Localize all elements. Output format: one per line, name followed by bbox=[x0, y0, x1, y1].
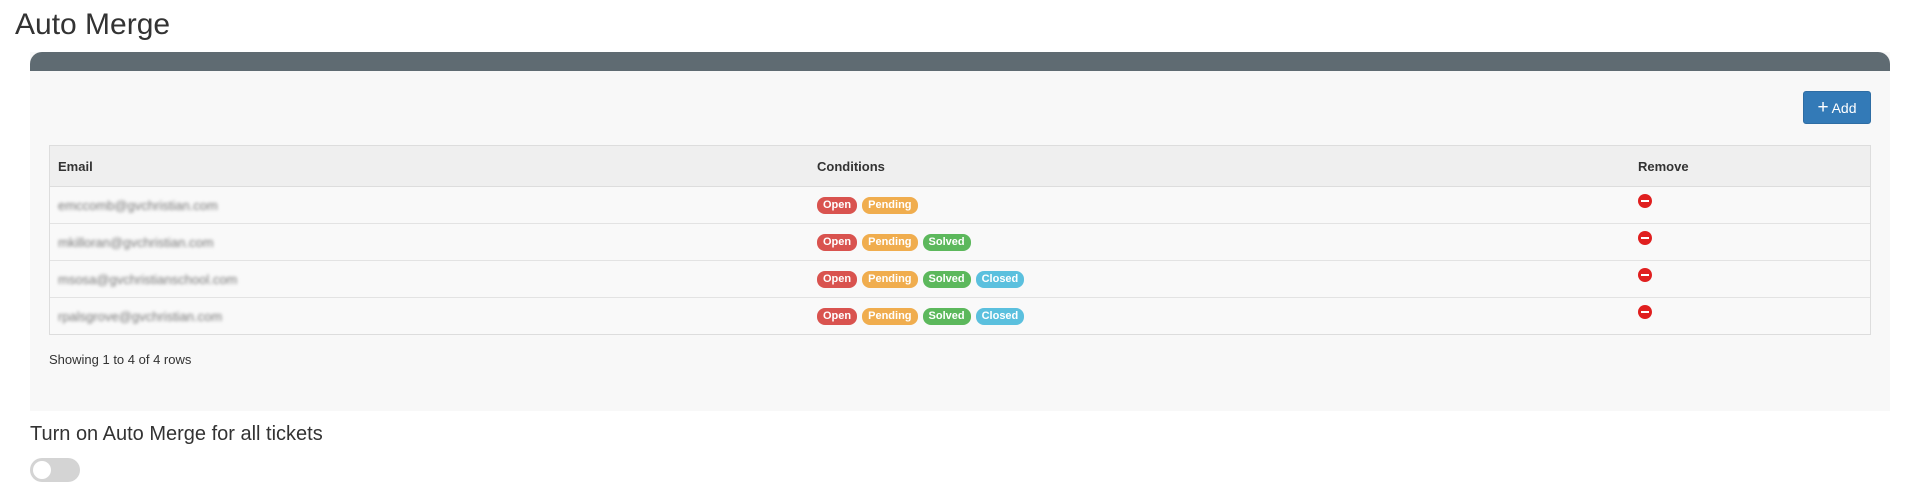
email-cell: rpalsgrove@gvchristian.com bbox=[58, 308, 223, 324]
status-badge-closed: Closed bbox=[975, 271, 1025, 288]
table-row: emccomb@gvchristian.com Open Pending bbox=[50, 186, 1870, 224]
status-badge-closed: Closed bbox=[975, 308, 1025, 325]
email-cell: mkilloran@gvchristian.com bbox=[58, 234, 214, 250]
auto-merge-toggle[interactable] bbox=[30, 458, 80, 482]
remove-icon[interactable] bbox=[1638, 304, 1652, 319]
table-row: msosa@gvchristianschool.com Open Pending S… bbox=[50, 260, 1870, 298]
remove-icon[interactable] bbox=[1638, 193, 1652, 208]
column-header-email[interactable]: Email bbox=[50, 146, 809, 187]
status-badge-pending: Pending bbox=[862, 271, 918, 288]
status-badge-solved: Solved bbox=[922, 271, 971, 288]
status-badge-solved: Solved bbox=[922, 234, 971, 251]
column-header-conditions[interactable]: Conditions bbox=[809, 146, 1630, 187]
email-cell: emccomb@gvchristian.com bbox=[58, 197, 218, 213]
status-badge-open: Open bbox=[817, 197, 858, 214]
status-badge-pending: Pending bbox=[862, 234, 918, 251]
pagination-info: Showing 1 to 4 of 4 rows bbox=[49, 352, 192, 367]
toggle-knob bbox=[33, 461, 51, 479]
table-row: rpalsgrove@gvchristian.com Open Pending So… bbox=[50, 297, 1870, 334]
remove-icon[interactable] bbox=[1638, 230, 1652, 245]
status-badge-open: Open bbox=[817, 271, 858, 288]
table-header-row: Email Conditions Remove bbox=[50, 146, 1870, 187]
table-row: mkilloran@gvchristian.com Open Pending Sol… bbox=[50, 223, 1870, 261]
add-button-label: Add bbox=[1831, 99, 1857, 116]
add-button[interactable]: + Add bbox=[1803, 91, 1871, 124]
status-badge-open: Open bbox=[817, 308, 858, 325]
status-badge-pending: Pending bbox=[862, 197, 918, 214]
status-badge-solved: Solved bbox=[922, 308, 971, 325]
auto-merge-panel: + Add Email Conditions Remove emccomb@gv… bbox=[30, 52, 1890, 411]
page-title: Auto Merge bbox=[15, 8, 171, 41]
remove-icon[interactable] bbox=[1638, 267, 1652, 282]
status-badge-pending: Pending bbox=[862, 308, 918, 325]
column-header-remove[interactable]: Remove bbox=[1630, 146, 1870, 187]
auto-merge-table: Email Conditions Remove emccomb@gvchrist… bbox=[49, 145, 1871, 335]
plus-icon: + bbox=[1817, 96, 1829, 118]
email-cell: msosa@gvchristianschool.com bbox=[58, 271, 238, 287]
status-badge-open: Open bbox=[817, 234, 858, 251]
auto-merge-all-label: Turn on Auto Merge for all tickets bbox=[30, 423, 323, 445]
panel-header-bar bbox=[30, 52, 1890, 71]
